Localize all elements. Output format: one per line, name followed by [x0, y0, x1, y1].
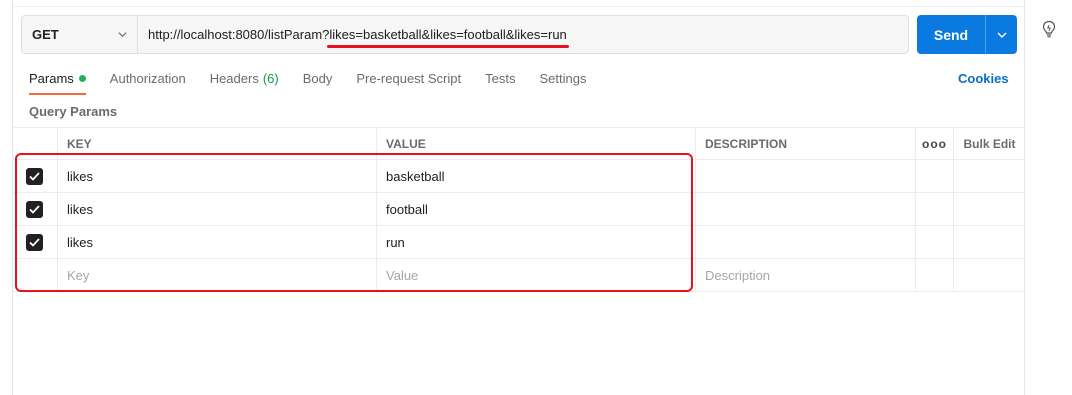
param-checkbox[interactable]	[26, 200, 43, 218]
checkbox-cell	[12, 226, 58, 258]
param-key[interactable]: likes	[58, 160, 377, 192]
url-base: http://localhost:8080/listParam?	[148, 27, 330, 42]
tab-label: Body	[302, 71, 333, 86]
send-button[interactable]: Send	[917, 15, 985, 54]
tab-label: Authorization	[109, 71, 186, 86]
checkbox-cell	[12, 193, 58, 225]
empty-cell	[954, 226, 1025, 258]
new-description-input[interactable]: Description	[696, 259, 916, 291]
param-checkbox[interactable]	[26, 167, 43, 185]
tab-settings[interactable]: Settings	[539, 71, 586, 95]
checkmark-icon	[29, 171, 40, 181]
table-header-row: KEY VALUE DESCRIPTION ooo Bulk Edit	[12, 127, 1025, 160]
empty-cell	[954, 259, 1025, 291]
header-description: DESCRIPTION	[696, 128, 916, 159]
tab-authorization[interactable]: Authorization	[110, 71, 186, 95]
param-description[interactable]	[696, 193, 916, 225]
new-value-input[interactable]: Value	[377, 259, 696, 291]
empty-cell	[954, 160, 1025, 192]
param-value[interactable]: football	[377, 193, 696, 225]
url-query-annotated: likes=basketball&likes=football&likes=ru…	[327, 27, 569, 48]
lightbulb-icon[interactable]	[1041, 20, 1057, 38]
more-options-cell: ooo	[916, 128, 954, 159]
tab-label: Tests	[485, 71, 516, 86]
annotation-underline	[327, 45, 569, 48]
chevron-down-icon	[118, 32, 127, 38]
bulk-edit-button[interactable]: Bulk Edit	[954, 128, 1025, 159]
tab-params[interactable]: Params	[29, 71, 86, 95]
send-button-group: Send	[917, 15, 1017, 54]
more-options-icon[interactable]: ooo	[922, 137, 947, 151]
param-value[interactable]: basketball	[377, 160, 696, 192]
header-value: VALUE	[377, 128, 696, 159]
section-title: Query Params	[29, 104, 118, 119]
checkbox-cell	[12, 259, 58, 291]
tab-tests[interactable]: Tests	[485, 71, 515, 95]
method-select[interactable]: GET	[22, 16, 138, 53]
empty-cell	[916, 193, 954, 225]
tab-label: Pre-request Script	[356, 71, 462, 86]
request-tabs: Params Authorization Headers (6) Body Pre…	[29, 71, 610, 95]
tab-headers[interactable]: Headers (6)	[210, 71, 279, 95]
url-input[interactable]: http://localhost:8080/listParam? likes=ba…	[138, 16, 908, 53]
tab-pre-request-script[interactable]: Pre-request Script	[356, 71, 461, 95]
param-description[interactable]	[696, 226, 916, 258]
header-cell	[12, 128, 58, 159]
checkmark-icon	[29, 204, 40, 214]
param-description[interactable]	[696, 160, 916, 192]
header-key: KEY	[58, 128, 377, 159]
checkmark-icon	[29, 237, 40, 247]
send-options-button[interactable]	[986, 15, 1017, 54]
tab-label: Params	[29, 71, 74, 86]
tab-label: Headers	[209, 71, 259, 86]
cookies-link[interactable]: Cookies	[958, 71, 1009, 86]
param-value[interactable]: run	[377, 226, 696, 258]
params-active-dot	[78, 75, 86, 82]
checkbox-cell	[12, 160, 58, 192]
chevron-down-icon	[997, 32, 1006, 38]
empty-cell	[916, 259, 954, 291]
table-row: likes run	[12, 226, 1025, 259]
empty-cell	[954, 193, 1025, 225]
empty-cell	[916, 160, 954, 192]
request-bar: GET http://localhost:8080/listParam? like…	[21, 15, 909, 54]
tab-label: Settings	[539, 71, 587, 86]
tab-body[interactable]: Body	[303, 71, 333, 95]
method-label: GET	[32, 27, 59, 42]
param-key[interactable]: likes	[58, 193, 377, 225]
new-key-input[interactable]: Key	[58, 259, 377, 291]
param-checkbox[interactable]	[26, 233, 43, 251]
table-row-new: Key Value Description	[12, 259, 1025, 292]
divider	[12, 6, 1025, 7]
table-row: likes basketball	[12, 160, 1025, 193]
param-key[interactable]: likes	[58, 226, 377, 258]
headers-count: (6)	[262, 71, 279, 86]
url-query: likes=basketball&likes=football&likes=ru…	[329, 27, 567, 42]
table-row: likes football	[12, 193, 1025, 226]
empty-cell	[916, 226, 954, 258]
